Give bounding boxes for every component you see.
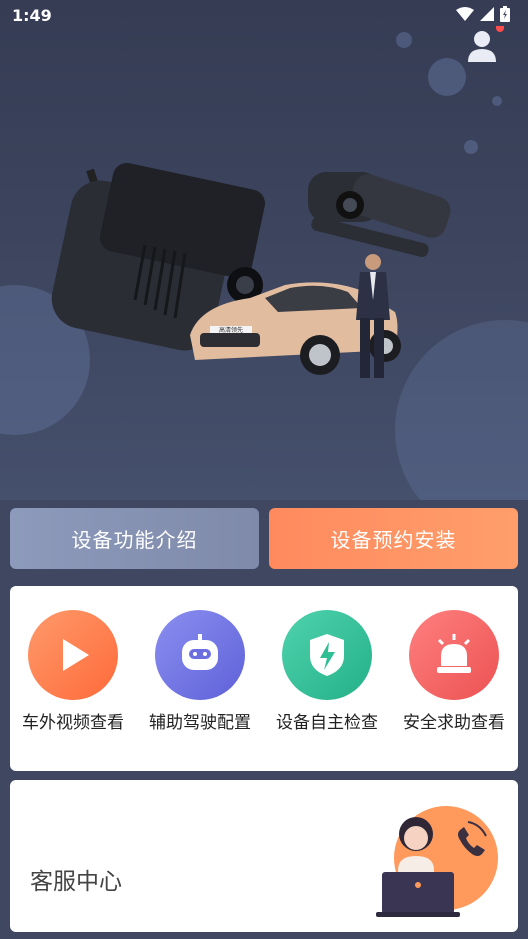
- notification-dot: [496, 26, 504, 32]
- status-bar: 1:49: [0, 0, 528, 30]
- decor-bubble: [428, 58, 466, 96]
- feature-panel: 车外视频查看 辅助驾驶配置 设备自主检查 安全求助查看: [10, 586, 518, 771]
- wifi-icon: [456, 7, 474, 21]
- status-icons: [456, 6, 510, 22]
- service-title: 客服中心: [30, 869, 122, 895]
- alarm-light-icon: [409, 610, 499, 700]
- support-agent-illustration: [376, 806, 498, 917]
- customer-service-card[interactable]: 客服中心: [10, 780, 518, 932]
- hero-banner: 1:49 高清领先: [0, 0, 528, 500]
- device-install-button[interactable]: 设备预约安装: [269, 508, 518, 569]
- feature-driving-assist[interactable]: 辅助驾驶配置: [137, 610, 263, 734]
- play-icon: [28, 610, 118, 700]
- decor-bubble: [492, 96, 502, 106]
- shield-bolt-icon: [282, 610, 372, 700]
- feature-self-check[interactable]: 设备自主检查: [264, 610, 390, 734]
- feature-label: 设备自主检查: [276, 713, 378, 733]
- svg-text:高清领先: 高清领先: [219, 326, 243, 334]
- feature-label: 安全求助查看: [403, 713, 505, 733]
- status-time: 1:49: [12, 6, 52, 25]
- dashcam-car-illustration: 高清领先: [51, 162, 451, 378]
- feature-label: 辅助驾驶配置: [149, 713, 251, 733]
- user-icon: [468, 31, 496, 62]
- decor-bubble: [396, 32, 412, 48]
- dashcam-small: [308, 172, 451, 258]
- profile-button[interactable]: [466, 26, 504, 64]
- feature-label: 车外视频查看: [22, 713, 124, 733]
- battery-icon: [500, 6, 510, 22]
- feature-safety-help[interactable]: 安全求助查看: [391, 610, 517, 734]
- robot-icon: [155, 610, 245, 700]
- signal-icon: [480, 7, 494, 21]
- feature-exterior-video[interactable]: 车外视频查看: [10, 610, 136, 734]
- device-intro-button[interactable]: 设备功能介绍: [10, 508, 259, 569]
